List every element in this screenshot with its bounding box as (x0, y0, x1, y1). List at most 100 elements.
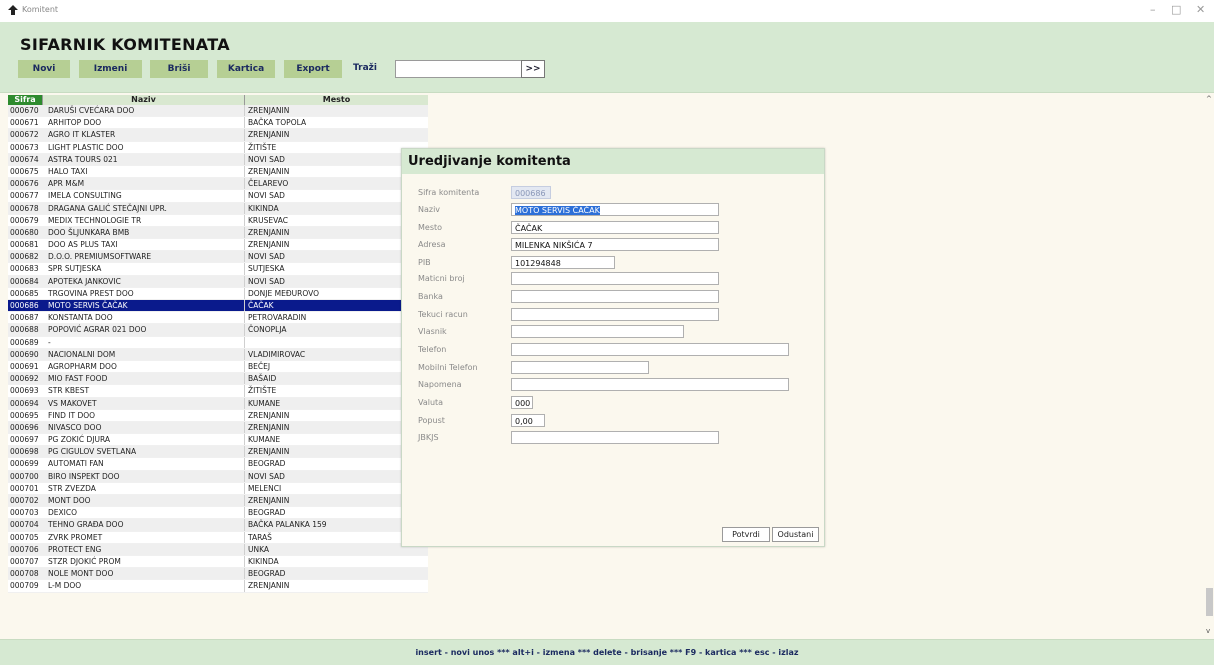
table-row[interactable]: 000680 DOO ŠLJUNKARA BMB ZRENJANIN (8, 226, 428, 240)
dialog-titlebar: Uredjivanje komitenta (402, 149, 824, 174)
komitenti-table: Sifra Naziv Mesto 000670 DARUŠI CVEĆARA D… (8, 95, 428, 593)
table-body: 000670 DARUŠI CVEĆARA DOO ZRENJANIN 000671 A… (8, 105, 428, 593)
table-row[interactable]: 000690 NACIONALNI DOM VLADIMIROVAC (8, 348, 428, 361)
search-input[interactable] (395, 60, 522, 78)
table-row[interactable]: 000694 VS MAKOVET KUMANE (8, 397, 428, 410)
table-row[interactable]: 000685 TRGOVINA PREST DOO DONJE MEĐUROVO (8, 287, 428, 300)
izmeni-button[interactable]: Izmeni (79, 60, 142, 78)
novi-button[interactable]: Novi (18, 60, 70, 78)
table-row[interactable]: 000698 PG CIGULOV SVETLANA ZRENJANIN (8, 446, 428, 459)
cell-naziv: APR M&M (48, 179, 85, 189)
column-header-naziv[interactable]: Naziv (42, 95, 244, 105)
naziv-label: Naziv (418, 205, 441, 214)
maticni-broj-field[interactable] (511, 272, 719, 285)
telefon-field[interactable] (511, 343, 789, 356)
table-row[interactable]: 000697 PG ZOKIĆ DJURA KUMANE (8, 434, 428, 447)
mobilni-telefon-field[interactable] (511, 361, 649, 374)
napomena-field[interactable] (511, 378, 789, 391)
table-row[interactable]: 000678 DRAGANA GALIĆ STEČAJNI UPR. KIKINDA (8, 202, 428, 215)
table-row[interactable]: 000699 AUTOMATI FAN BEOGRAD (8, 458, 428, 471)
table-row[interactable]: 000679 MEDIX TECHNOLOGIE TR KRUSEVAC (8, 214, 428, 227)
table-row[interactable]: 000706 PROTECT ENG UNKA (8, 543, 428, 556)
cell-naziv: STR ZVEZDA (48, 483, 96, 493)
cell-sifra: 000680 (10, 227, 39, 237)
brisi-button[interactable]: Briši (150, 60, 208, 78)
table-row[interactable]: 000671 ARHITOP DOO BAČKA TOPOLA (8, 117, 428, 130)
table-row[interactable]: 000709 L-M DOO ZRENJANIN (8, 580, 428, 593)
tekuci-racun-field[interactable] (511, 308, 719, 321)
table-row[interactable]: 000674 ASTRA TOURS 021 NOVI SAD (8, 153, 428, 166)
close-icon[interactable]: ✕ (1196, 3, 1205, 16)
table-row[interactable]: 000676 APR M&M ČELAREVO (8, 178, 428, 191)
minimize-icon[interactable]: – (1150, 3, 1156, 16)
scrollbar-thumb[interactable] (1206, 588, 1213, 616)
potvrdi-button[interactable]: Potvrdi (722, 527, 770, 542)
cell-naziv: AGRO IT KLASTER (48, 130, 116, 140)
column-header-sifra[interactable]: Sifra (8, 95, 42, 105)
table-row[interactable]: 000703 DEXICO BEOGRAD (8, 507, 428, 520)
jbkjs-field[interactable] (511, 431, 719, 444)
table-row[interactable]: 000689- (8, 336, 428, 349)
banka-field[interactable] (511, 290, 719, 303)
cell-sifra: 000681 (10, 240, 39, 250)
table-row[interactable]: 000707 STZR DJOKIĆ PROM KIKINDA (8, 555, 428, 569)
table-row[interactable]: 000708 NOLE MONT DOO BEOGRAD (8, 568, 428, 581)
table-row[interactable]: 000702 MONT DOO ZRENJANIN (8, 495, 428, 508)
table-row[interactable]: 000686 MOTO SERVIS ČAČAK ČAČAK (8, 300, 428, 313)
mobilni-telefon-label: Mobilni Telefon (418, 363, 478, 372)
cell-naziv: AUTOMATI FAN (48, 459, 104, 469)
table-row[interactable]: 000681 DOO AS PLUS TAXI ZRENJANIN (8, 239, 428, 252)
table-row[interactable]: 000704 TEHNO GRAĐA DOO BAČKA PALANKA 159 (8, 519, 428, 532)
naziv-field[interactable]: MOTO SERVIS ČAČAK (511, 203, 719, 216)
cell-sifra: 000671 (10, 118, 39, 128)
table-row[interactable]: 000700 BIRO INSPEKT DOO NOVI SAD (8, 470, 428, 483)
scroll-up-icon[interactable]: ^ (1206, 95, 1212, 103)
cell-naziv: NACIONALNI DOM (48, 349, 116, 359)
table-row[interactable]: 000670 DARUŠI CVEĆARA DOO ZRENJANIN (8, 105, 428, 118)
table-row[interactable]: 000693 STR KBEST ŽITIŠTE (8, 385, 428, 398)
table-row[interactable]: 000687 KONSTANTA DOO PETROVARADIN (8, 312, 428, 325)
cell-sifra: 000682 (10, 252, 39, 262)
search-label: Traži (353, 63, 377, 73)
table-row[interactable]: 000691 AGROPHARM DOO BEČEJ (8, 360, 428, 374)
search-go-button[interactable]: >> (521, 60, 545, 78)
restore-icon[interactable]: □ (1171, 3, 1181, 16)
table-row[interactable]: 000695 FIND IT DOO ZRENJANIN (8, 409, 428, 422)
table-row[interactable]: 000696 NIVASCO DOO ZRENJANIN (8, 421, 428, 435)
cell-naziv: AGROPHARM DOO (48, 361, 117, 371)
column-header-mesto[interactable]: Mesto (244, 95, 428, 105)
cell-naziv: STR KBEST (48, 386, 90, 396)
table-row[interactable]: 000677 IMELA CONSULTING NOVI SAD (8, 190, 428, 203)
table-row[interactable]: 000683 SPR SUTJESKA SUTJESKA (8, 263, 428, 276)
cell-naziv: D.O.O. PREMIUMSOFTWARE (48, 252, 152, 262)
cell-naziv: DARUŠI CVEĆARA DOO (48, 106, 135, 115)
table-row[interactable]: 000701 STR ZVEZDA MELENCI (8, 482, 428, 495)
mesto-field[interactable]: ČAČAK (511, 221, 719, 234)
cell-naziv: TEHNO GRAĐA DOO (48, 520, 124, 530)
popust-field[interactable]: 0,00 (511, 414, 545, 427)
table-row[interactable]: 000673 LIGHT PLASTIC DOO ŽITIŠTE (8, 141, 428, 154)
table-row[interactable]: 000684 APOTEKA JANKOVIC NOVI SAD (8, 275, 428, 288)
tekuci-racun-label: Tekuci racun (418, 310, 468, 319)
cell-sifra: 000672 (10, 130, 39, 140)
cell-naziv: APOTEKA JANKOVIC (48, 276, 121, 286)
app-arrow-icon (8, 5, 18, 15)
cell-naziv: IMELA CONSULTING (48, 191, 122, 201)
cell-naziv: MEDIX TECHNOLOGIE TR (48, 215, 142, 225)
sifra-field[interactable]: 000686 (511, 186, 551, 199)
table-row[interactable]: 000675 HALO TAXI ZRENJANIN (8, 165, 428, 179)
table-row[interactable]: 000682 D.O.O. PREMIUMSOFTWARE NOVI SAD (8, 251, 428, 264)
scroll-down-icon[interactable]: v (1206, 627, 1210, 635)
pib-field[interactable]: 101294848 (511, 256, 615, 269)
odustani-button[interactable]: Odustani (772, 527, 819, 542)
vertical-scrollbar[interactable]: ^ v (1205, 95, 1214, 638)
valuta-field[interactable]: 000 (511, 396, 533, 409)
adresa-field[interactable]: MILENKA NIKŠIĆA 7 (511, 238, 719, 251)
table-row[interactable]: 000688 POPOVIĆ AGRAR 021 DOO ČONOPLJA (8, 324, 428, 337)
export-button[interactable]: Export (284, 60, 342, 78)
vlasnik-field[interactable] (511, 325, 684, 338)
kartica-button[interactable]: Kartica (217, 60, 275, 78)
table-row[interactable]: 000692 MIO FAST FOOD BAŠAID (8, 373, 428, 386)
table-row[interactable]: 000672 AGRO IT KLASTER ZRENJANIN (8, 129, 428, 142)
table-row[interactable]: 000705 ZVRK PROMET TARAŠ (8, 531, 428, 544)
